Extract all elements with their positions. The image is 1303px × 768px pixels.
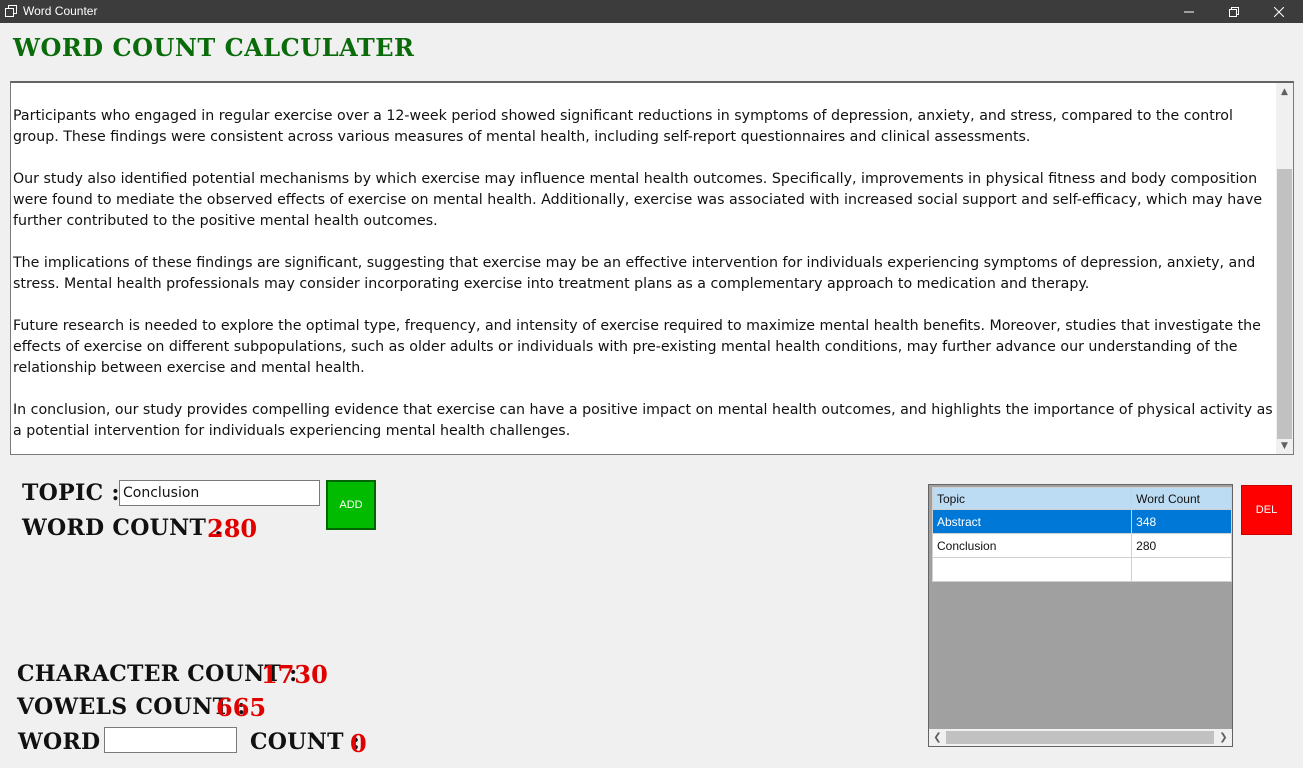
delete-button[interactable]: DEL: [1241, 485, 1292, 535]
cell-word-count[interactable]: 280: [1131, 533, 1232, 558]
minimize-button[interactable]: [1166, 0, 1212, 23]
table-row[interactable]: Abstract 348: [931, 509, 1232, 534]
scroll-up-icon[interactable]: ▲: [1276, 83, 1293, 100]
minimize-icon: [1184, 11, 1194, 12]
cell-word-count-empty[interactable]: [1131, 557, 1232, 582]
vertical-scrollbar[interactable]: ▲ ▼: [1276, 83, 1293, 454]
scroll-right-icon[interactable]: ❯: [1215, 729, 1232, 746]
topics-table: Topic Word Count Abstract 348 Conclusion…: [931, 487, 1232, 582]
close-icon: [1274, 6, 1284, 17]
add-button[interactable]: ADD: [326, 480, 376, 530]
grid-header-row: Topic Word Count: [931, 487, 1232, 510]
text-input-area[interactable]: Participants who engaged in regular exer…: [10, 81, 1294, 455]
count-value: 0: [350, 729, 367, 758]
paragraph: The implications of these findings are s…: [13, 255, 1256, 292]
topics-grid[interactable]: Topic Word Count Abstract 348 Conclusion…: [928, 484, 1233, 747]
column-header-topic[interactable]: Topic: [931, 487, 1133, 510]
count-label: Count :: [250, 729, 361, 755]
scroll-down-icon[interactable]: ▼: [1276, 437, 1293, 454]
horizontal-scrollbar[interactable]: ❮ ❯: [929, 729, 1232, 746]
app-heading: Word Count Calculater: [13, 33, 415, 62]
maximize-button[interactable]: [1211, 0, 1257, 23]
vowels-count-value: 665: [216, 693, 267, 722]
topic-input[interactable]: [119, 480, 320, 506]
paragraph: Our study also identified potential mech…: [13, 171, 1263, 229]
text-content[interactable]: Participants who engaged in regular exer…: [13, 106, 1277, 463]
paragraph: Future research is needed to explore the…: [13, 318, 1261, 376]
paragraph: Participants who engaged in regular exer…: [13, 108, 1233, 145]
app-icon: [5, 5, 17, 17]
title-bar: Word Counter: [0, 0, 1303, 23]
word-search-input[interactable]: [104, 727, 237, 753]
cell-topic[interactable]: Conclusion: [931, 533, 1133, 558]
word-label: Word: [18, 729, 101, 755]
topic-label: Topic :: [22, 480, 120, 506]
window-title: Word Counter: [23, 4, 98, 18]
vowels-count-label: Vowels Count :: [17, 694, 246, 720]
table-row[interactable]: Conclusion 280: [931, 533, 1232, 558]
cell-word-count[interactable]: 348: [1131, 509, 1232, 534]
new-row[interactable]: [931, 557, 1232, 582]
character-count-label: Character Count :: [17, 661, 298, 687]
cell-topic-empty[interactable]: [931, 557, 1133, 582]
word-count-label: Word Count :: [22, 515, 223, 541]
scroll-thumb[interactable]: [1277, 169, 1292, 439]
character-count-value: 1730: [261, 660, 328, 689]
h-scroll-thumb[interactable]: [946, 731, 1214, 744]
column-header-word-count[interactable]: Word Count: [1131, 487, 1232, 510]
scroll-left-icon[interactable]: ❮: [929, 729, 946, 746]
paragraph: In conclusion, our study provides compel…: [13, 402, 1273, 439]
word-count-value: 280: [207, 514, 258, 543]
cell-topic[interactable]: Abstract: [931, 509, 1133, 534]
close-button[interactable]: [1256, 0, 1302, 23]
restore-icon: [1229, 6, 1239, 17]
